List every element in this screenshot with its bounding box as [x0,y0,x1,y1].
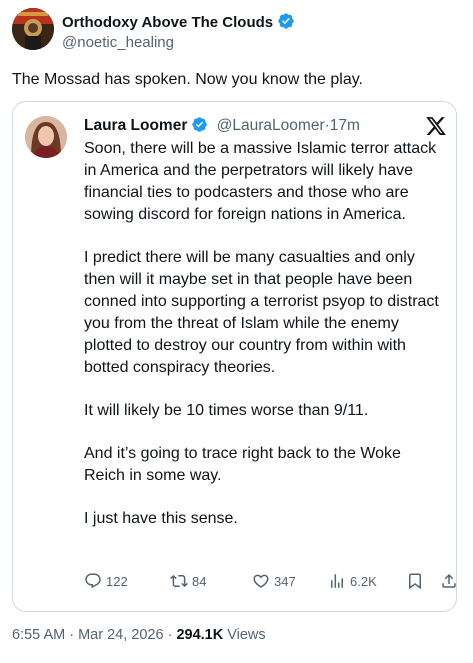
post-time[interactable]: 6:55 AM [12,627,65,643]
share-icon [442,573,456,588]
verified-badge-icon [191,116,208,138]
share-button[interactable] [440,572,458,590]
author-name-row[interactable]: Orthodoxy Above The Clouds [62,12,295,35]
x-logo-icon [425,115,447,137]
bookmark-button[interactable] [406,572,424,590]
like-icon [253,574,269,588]
repost-button[interactable]: 84 [170,572,206,590]
reply-count: 122 [106,573,128,589]
views-count: 6.2K [350,573,377,589]
quoted-time[interactable]: 17m [330,117,360,134]
quoted-avatar-image [25,116,67,158]
author-avatar[interactable] [12,8,54,50]
reply-button[interactable]: 122 [84,572,128,590]
quoted-author-name[interactable]: Laura Loomer [84,117,187,134]
reply-icon [85,573,101,589]
post-views-label: Views [223,627,266,643]
like-count: 347 [274,573,296,589]
quoted-paragraph: I predict there will be many casualties … [84,249,439,376]
repost-count: 84 [192,573,207,589]
meta-separator: · [163,627,177,643]
quoted-header: Laura Loomer @LauraLoomer·17m [84,116,360,138]
quoted-paragraph: It will likely be 10 times worse than 9/… [84,402,369,419]
author-name[interactable]: Orthodoxy Above The Clouds [62,14,273,31]
avatar-image [12,8,54,50]
repost-icon [170,574,188,588]
verified-badge-icon [277,12,295,35]
quoted-paragraph: And it’s going to trace right back to th… [84,445,401,484]
quoted-author-avatar[interactable] [25,116,67,158]
quoted-paragraph: I just have this sense. [84,510,238,527]
post-text: The Mossad has spoken. Now you know the … [12,71,363,88]
quoted-post-card[interactable]: Laura Loomer @LauraLoomer·17m Soon, ther… [12,101,457,612]
views-icon [331,574,343,588]
post-views-count: 294.1K [176,627,224,643]
quoted-post-body: Soon, there will be a massive Islamic te… [84,138,444,551]
meta-separator: · [65,627,79,643]
post-meta: 6:55 AM · Mar 24, 2026 · 294.1K Views [12,626,266,645]
bookmark-icon [409,573,421,590]
post-date[interactable]: Mar 24, 2026 [78,627,163,643]
author-handle[interactable]: @noetic_healing [62,33,174,52]
quoted-paragraph: Soon, there will be a massive Islamic te… [84,140,437,223]
like-button[interactable]: 347 [252,572,296,590]
views-button[interactable]: 6.2K [328,572,377,590]
quoted-author-handle[interactable]: @LauraLoomer [217,117,325,134]
